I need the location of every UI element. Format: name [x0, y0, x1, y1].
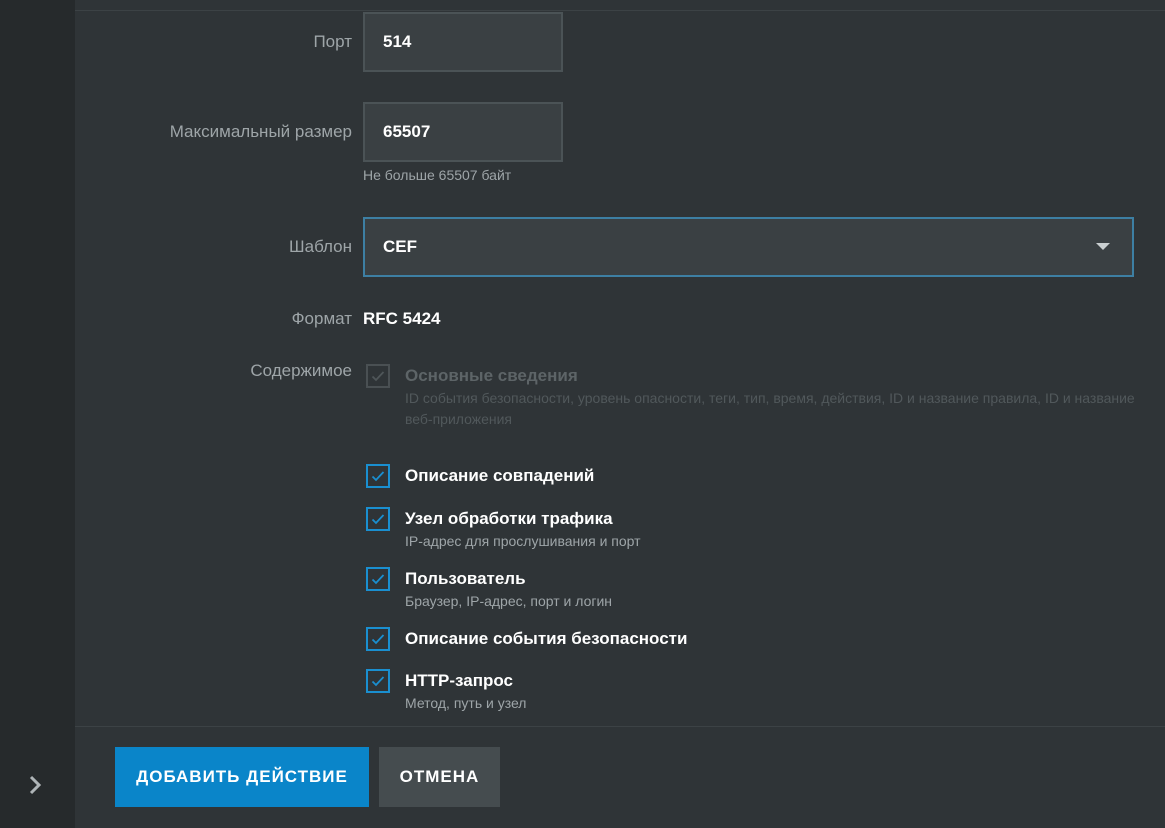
max-size-input[interactable]: 65507 [363, 102, 563, 162]
checkbox-traffic-node[interactable] [366, 507, 390, 531]
content-label: Содержимое [250, 361, 352, 380]
sidebar-expand-button[interactable] [22, 770, 48, 800]
template-label: Шаблон [289, 237, 352, 256]
checkbox-match-description-title[interactable]: Описание совпадений [405, 466, 594, 486]
checkbox-traffic-node-title[interactable]: Узел обработки трафика [405, 509, 613, 529]
add-action-button[interactable]: ДОБАВИТЬ ДЕЙСТВИЕ [115, 747, 369, 807]
chevron-right-icon [29, 775, 42, 795]
port-label: Порт [313, 32, 352, 51]
checkbox-user-title[interactable]: Пользователь [405, 569, 526, 589]
max-size-label: Максимальный размер [169, 122, 352, 141]
template-select-value: CEF [383, 237, 417, 256]
checkbox-user-desc: Браузер, IP-адрес, порт и логин [405, 593, 613, 609]
checkbox-security-event[interactable] [366, 627, 390, 651]
checkbox-match-description[interactable] [366, 464, 390, 488]
format-value: RFC 5424 [363, 309, 441, 328]
checkbox-http-request-title[interactable]: HTTP-запрос [405, 671, 513, 691]
checkbox-http-request[interactable] [366, 669, 390, 693]
checkmark-icon [371, 574, 385, 585]
checkbox-basic-info-desc: ID события безопасности, уровень опаснос… [405, 390, 1135, 427]
checkmark-icon [371, 371, 385, 382]
port-input[interactable]: 514 [363, 12, 563, 72]
footer-divider [75, 726, 1165, 727]
left-sidebar [0, 0, 75, 828]
checkbox-basic-info-title: Основные сведения [405, 366, 578, 385]
checkbox-traffic-node-desc: IP-адрес для прослушивания и порт [405, 533, 641, 549]
checkbox-basic-info [366, 364, 390, 388]
checkmark-icon [371, 514, 385, 525]
checkbox-http-request-desc: Метод, путь и узел [405, 695, 527, 711]
checkbox-user[interactable] [366, 567, 390, 591]
checkmark-icon [371, 676, 385, 687]
checkmark-icon [371, 471, 385, 482]
format-label: Формат [291, 309, 352, 328]
checkmark-icon [371, 634, 385, 645]
cancel-button[interactable]: ОТМЕНА [379, 747, 500, 807]
checkbox-security-event-title[interactable]: Описание события безопасности [405, 629, 687, 649]
template-select[interactable]: CEF [363, 217, 1134, 277]
top-divider [75, 10, 1165, 11]
max-size-hint: Не больше 65507 байт [363, 167, 512, 183]
caret-down-icon [1096, 243, 1110, 250]
